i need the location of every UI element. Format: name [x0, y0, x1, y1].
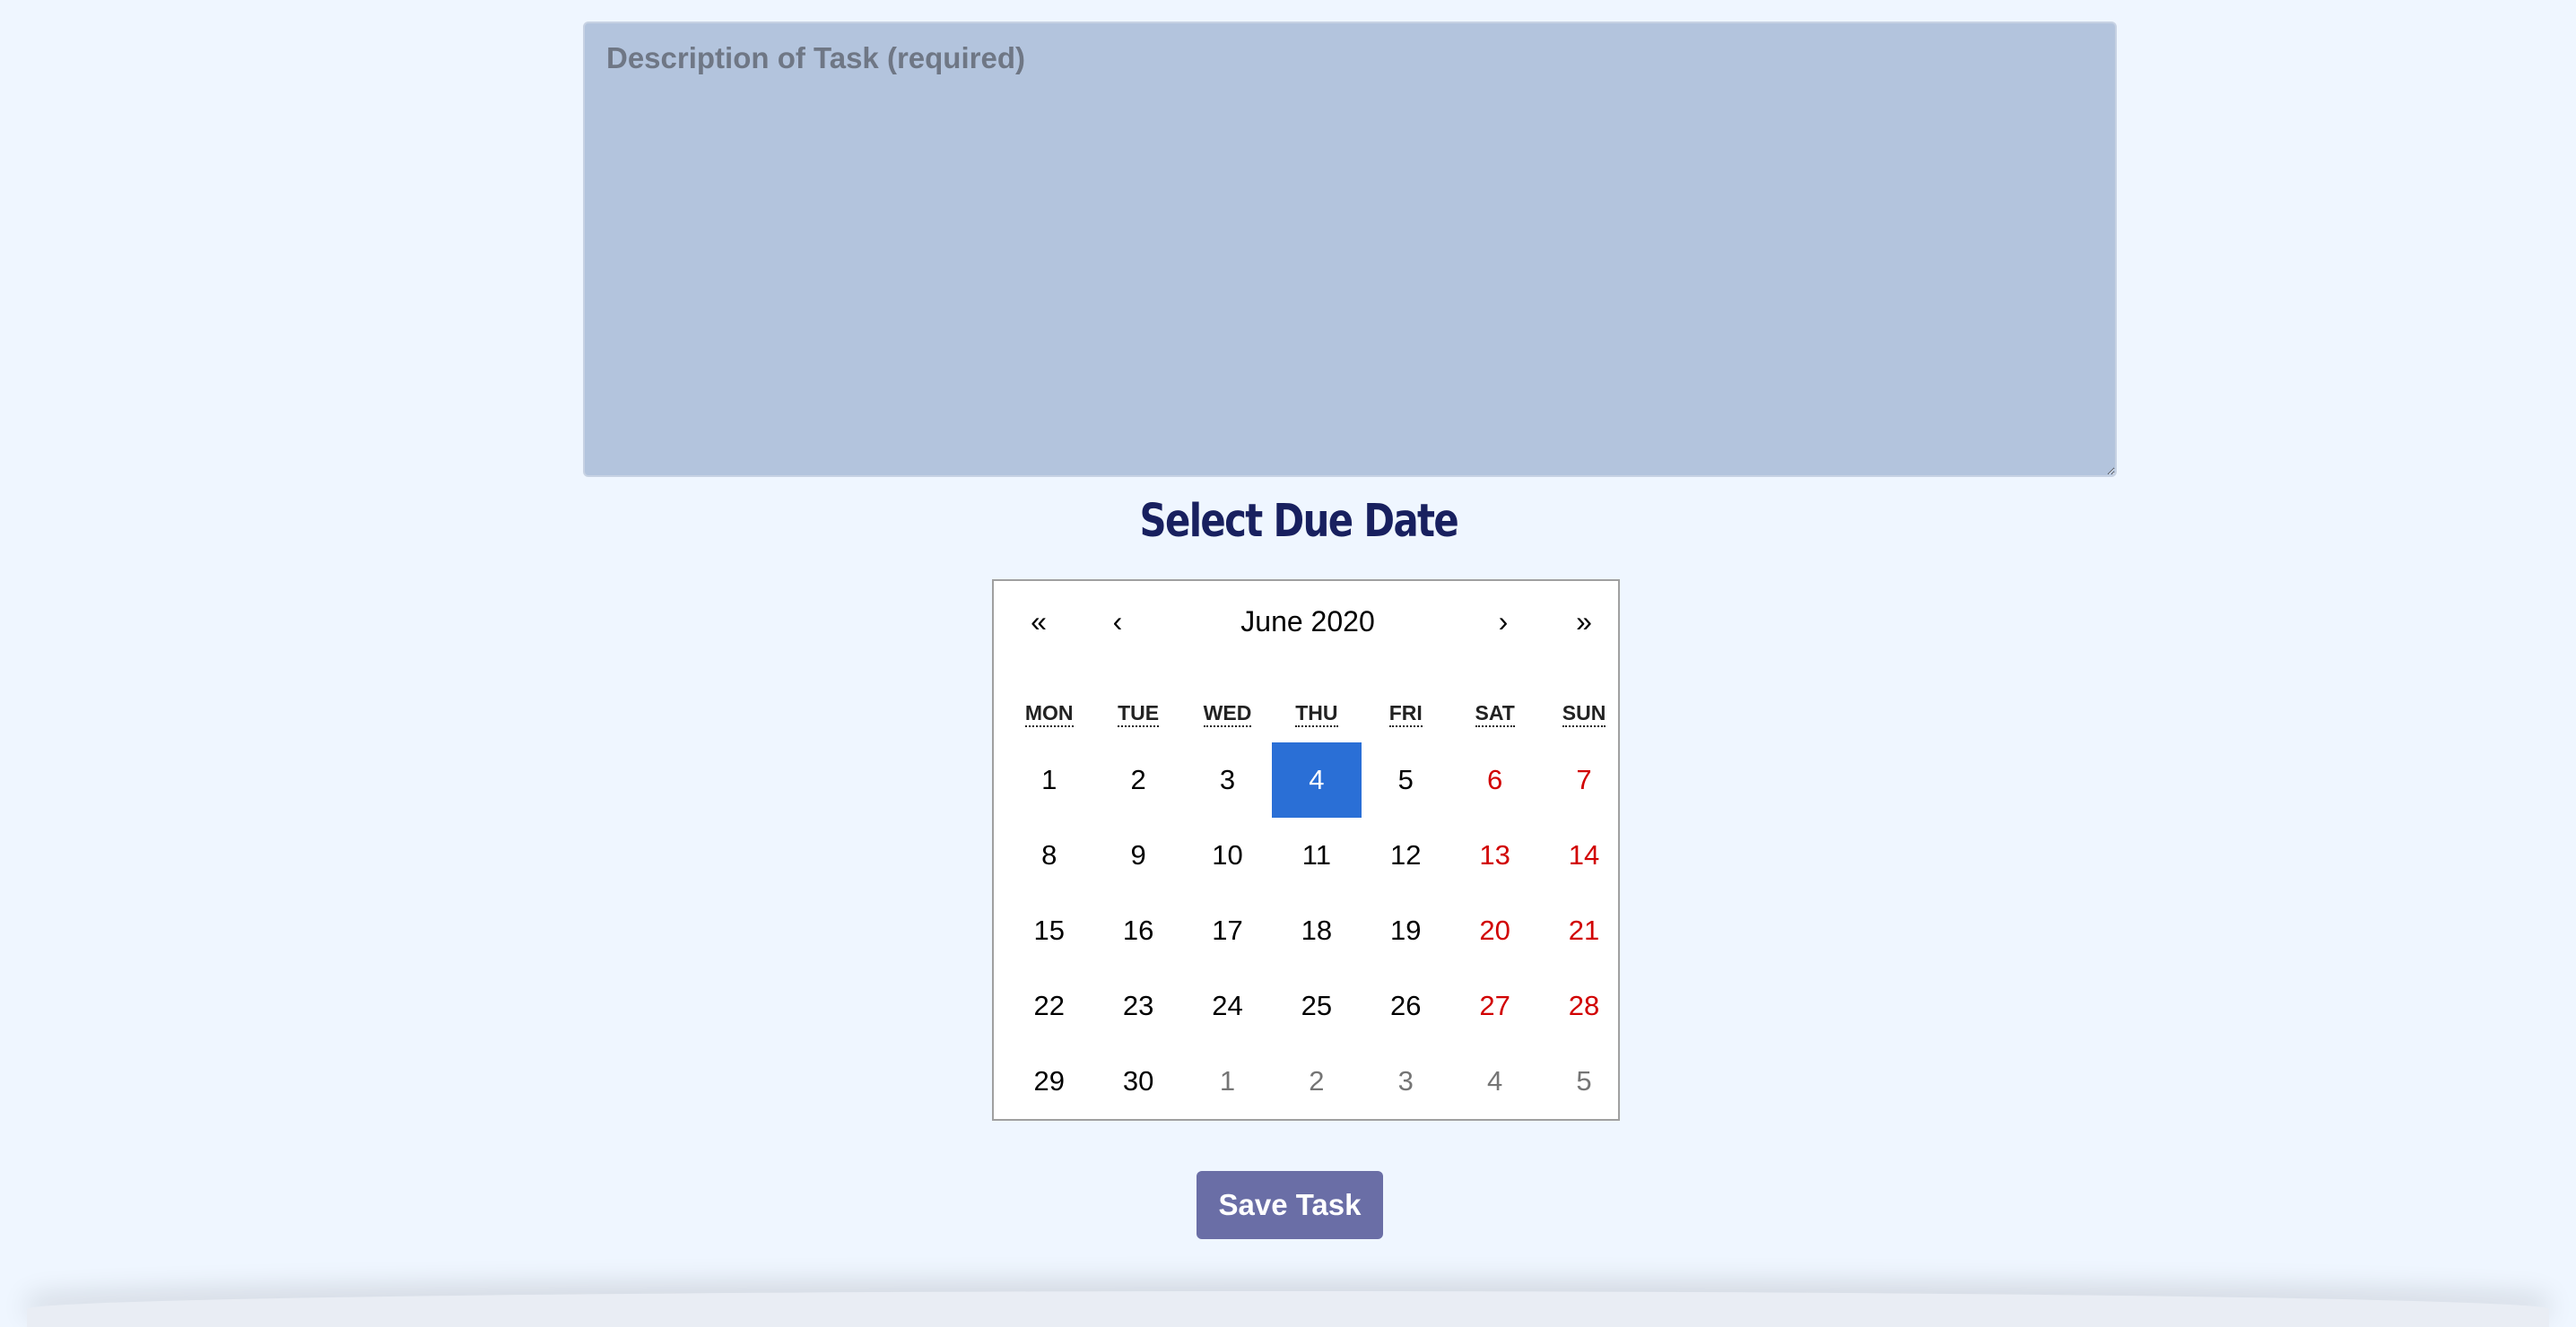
day-tile[interactable]: 10 [1183, 818, 1272, 893]
day-tile[interactable]: 12 [1362, 818, 1450, 893]
next-year-button[interactable]: » [1557, 599, 1611, 644]
task-description-textarea[interactable] [583, 22, 2117, 477]
next-month-button[interactable]: › [1476, 599, 1530, 644]
save-task-button[interactable]: Save Task [1197, 1171, 1383, 1239]
day-tile[interactable]: 1 [1183, 1044, 1272, 1119]
prev-year-button[interactable]: « [1012, 599, 1066, 644]
bottom-panel-edge [27, 1291, 2549, 1327]
day-tile[interactable]: 1 [1005, 742, 1093, 818]
day-tile[interactable]: 9 [1093, 818, 1182, 893]
day-tile[interactable]: 21 [1539, 893, 1628, 968]
month-year-label-button[interactable]: June 2020 [1173, 599, 1442, 644]
day-tile[interactable]: 19 [1362, 893, 1450, 968]
weekday-fri: FRI [1362, 701, 1450, 727]
day-tile[interactable]: 18 [1272, 893, 1361, 968]
day-tile[interactable]: 5 [1362, 742, 1450, 818]
selected-day-tile[interactable]: 4 [1272, 742, 1362, 818]
day-tile[interactable]: 28 [1539, 968, 1628, 1044]
weekday-thu: THU [1272, 701, 1361, 727]
day-tile[interactable]: 14 [1539, 818, 1628, 893]
weekday-sun: SUN [1539, 701, 1628, 727]
day-tile[interactable]: 27 [1450, 968, 1539, 1044]
day-tile[interactable]: 15 [1005, 893, 1093, 968]
due-date-calendar: « ‹ June 2020 › » MON TUE WED THU FRI SA… [992, 579, 1620, 1121]
calendar-days-grid: 1 2 3 4 5 6 7 8 9 10 11 12 13 14 15 16 17 18 19 20 21 22 23 24 2… [1005, 742, 1629, 1119]
day-tile[interactable]: 7 [1539, 742, 1628, 818]
weekday-tue: TUE [1093, 701, 1182, 727]
day-tile[interactable]: 13 [1450, 818, 1539, 893]
day-tile[interactable]: 3 [1183, 742, 1272, 818]
day-tile[interactable]: 20 [1450, 893, 1539, 968]
day-tile[interactable]: 29 [1005, 1044, 1093, 1119]
day-tile[interactable]: 2 [1272, 1044, 1361, 1119]
weekday-sat: SAT [1450, 701, 1539, 727]
day-tile[interactable]: 24 [1183, 968, 1272, 1044]
day-tile[interactable]: 25 [1272, 968, 1361, 1044]
day-tile[interactable]: 5 [1539, 1044, 1628, 1119]
day-tile[interactable]: 4 [1450, 1044, 1539, 1119]
due-date-heading: Select Due Date [1139, 495, 1459, 548]
task-form-page: Select Due Date « ‹ June 2020 › » MON TU… [0, 0, 2576, 1327]
day-tile[interactable]: 6 [1450, 742, 1539, 818]
day-tile[interactable]: 22 [1005, 968, 1093, 1044]
day-tile[interactable]: 3 [1362, 1044, 1450, 1119]
day-tile[interactable]: 16 [1093, 893, 1182, 968]
day-tile[interactable]: 8 [1005, 818, 1093, 893]
weekday-wed: WED [1183, 701, 1272, 727]
day-tile[interactable]: 11 [1272, 818, 1361, 893]
calendar-navigation: « ‹ June 2020 › » [994, 581, 1618, 662]
weekday-mon: MON [1005, 701, 1093, 727]
day-tile[interactable]: 26 [1362, 968, 1450, 1044]
day-tile[interactable]: 30 [1093, 1044, 1182, 1119]
day-tile[interactable]: 23 [1093, 968, 1182, 1044]
day-tile[interactable]: 17 [1183, 893, 1272, 968]
prev-month-button[interactable]: ‹ [1091, 599, 1144, 644]
day-tile[interactable]: 2 [1093, 742, 1182, 818]
weekday-header-row: MON TUE WED THU FRI SAT SUN [1005, 701, 1629, 727]
